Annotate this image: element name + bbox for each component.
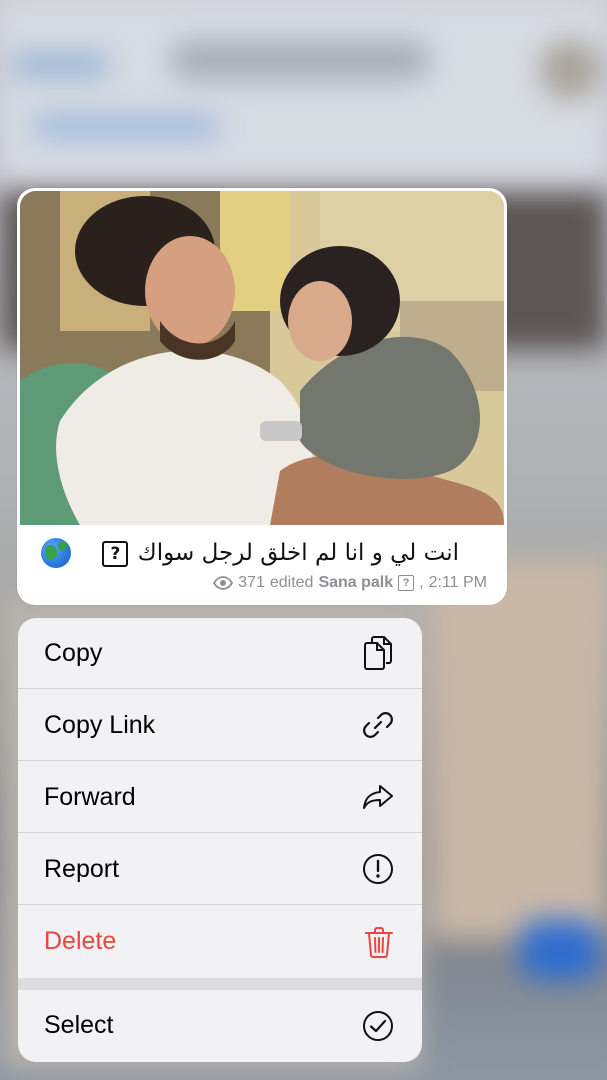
menu-item-forward[interactable]: Forward (18, 762, 422, 833)
menu-item-copy-link[interactable]: Copy Link (18, 690, 422, 761)
edited-label: edited (269, 574, 314, 591)
menu-item-label: Copy Link (44, 710, 156, 739)
message-time: 2:11 PM (428, 574, 487, 591)
menu-item-report[interactable]: Report (18, 834, 422, 905)
message-meta: 371 edited Sana palk ?, 2:11 PM (213, 574, 487, 592)
message-caption: انت لي و انا لم اخلق لرجل سواك ? (102, 540, 459, 567)
message-photo[interactable] (20, 191, 504, 525)
eye-icon (213, 576, 234, 590)
context-menu: Copy Copy Link Forward Report Delete Sel… (18, 618, 422, 1062)
menu-item-label: Copy (44, 638, 103, 667)
trash-icon (364, 926, 394, 958)
checkmark-circle-icon (362, 1010, 394, 1042)
exclamation-circle-icon (362, 853, 394, 885)
caption-text: انت لي و انا لم اخلق لرجل سواك (137, 540, 459, 566)
copy-icon (362, 636, 394, 670)
message-author: Sana palk (318, 574, 394, 591)
menu-item-copy[interactable]: Copy (18, 618, 422, 689)
view-count: 371 (238, 574, 265, 591)
menu-item-select[interactable]: Select (18, 990, 422, 1061)
forward-arrow-icon (362, 783, 394, 811)
menu-item-delete[interactable]: Delete (18, 906, 422, 977)
unknown-char-box: ? (102, 540, 129, 567)
link-icon (362, 709, 394, 741)
menu-item-label: Report (44, 854, 120, 883)
menu-item-label: Delete (44, 927, 117, 955)
message-bubble[interactable]: انت لي و انا لم اخلق لرجل سواك ? 371 edi… (17, 188, 507, 605)
menu-item-label: Forward (44, 782, 136, 811)
menu-item-label: Select (44, 1011, 114, 1039)
globe-emoji-icon (41, 538, 71, 568)
author-unknown-char-box: ? (398, 575, 415, 591)
menu-section-separator (18, 978, 422, 990)
